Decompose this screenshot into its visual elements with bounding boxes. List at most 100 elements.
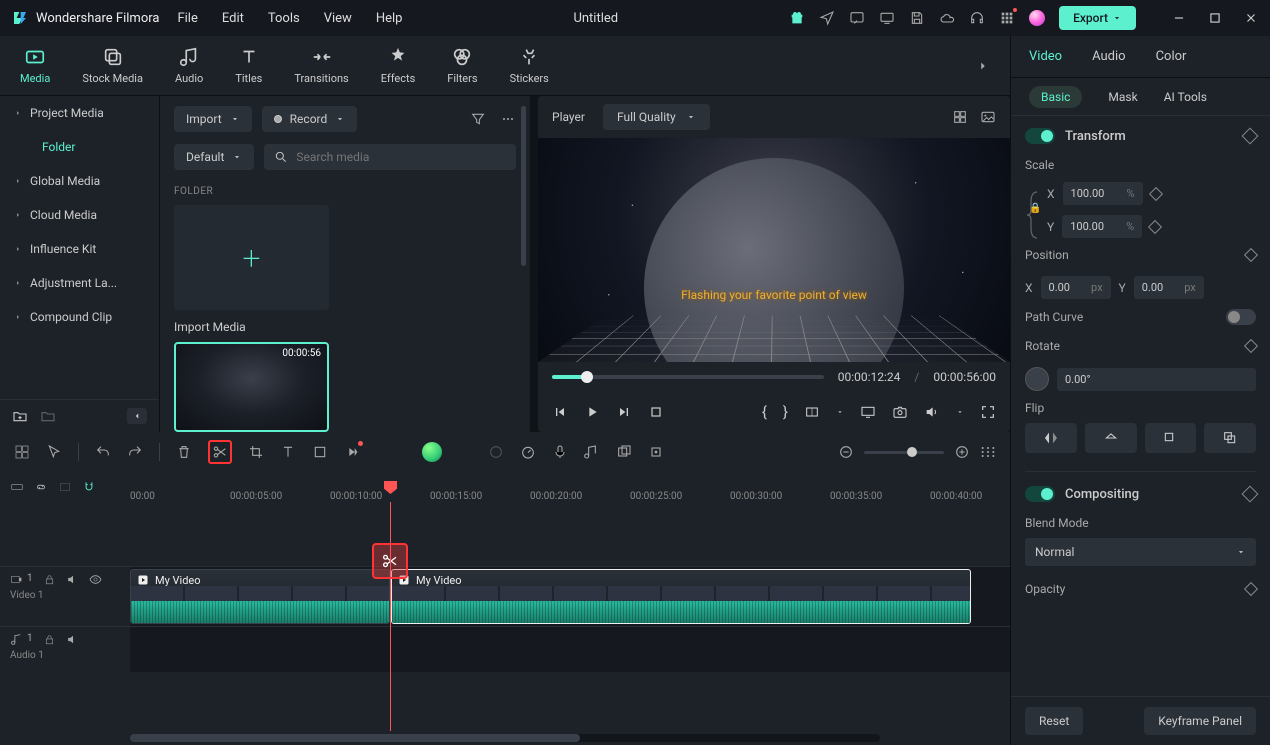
tab-stock-media[interactable]: Stock Media [82,46,143,85]
sidebar-item-adjustment-layer[interactable]: Adjustment La... [0,266,159,300]
fullscreen-icon[interactable] [980,404,996,420]
crop-icon[interactable] [248,444,264,460]
zoom-out-icon[interactable] [838,444,854,460]
ai-orb-icon[interactable] [422,442,442,462]
mic-icon[interactable] [552,444,568,460]
menu-tools[interactable]: Tools [268,11,300,26]
undo-icon[interactable] [95,444,111,460]
sidebar-item-global-media[interactable]: Global Media [0,164,159,198]
minimize-icon[interactable] [1172,11,1186,25]
blend-mode-select[interactable]: Normal [1025,538,1256,566]
search-input[interactable] [296,150,506,164]
tab-transitions[interactable]: Transitions [294,46,348,85]
path-curve-toggle[interactable] [1226,309,1256,325]
flip-h-button[interactable] [1025,423,1077,453]
chevron-down-icon[interactable] [836,408,844,416]
more-icon[interactable] [500,111,516,127]
transform-toggle[interactable] [1025,128,1055,144]
lock-link-icon[interactable]: 🔒 [1029,203,1041,214]
tab-stickers[interactable]: Stickers [510,46,549,85]
save-icon[interactable] [909,10,925,26]
scrub-thumb[interactable] [581,371,593,383]
mute-icon[interactable] [66,633,79,646]
grid-view-icon[interactable] [952,109,968,125]
hscroll-thumb[interactable] [130,734,580,742]
frame-icon[interactable] [312,444,328,460]
more-tools-wrap[interactable] [344,444,360,460]
scissors-icon[interactable] [212,444,228,460]
insp-subtab-basic[interactable]: Basic [1029,86,1082,108]
ratio-icon[interactable] [804,404,820,420]
import-button[interactable]: Import [174,106,252,132]
magnet-icon[interactable] [82,480,96,494]
hscroll-track[interactable] [130,734,880,742]
snapshot-icon[interactable] [892,404,908,420]
menu-view[interactable]: View [324,11,352,26]
keyframe-icon[interactable] [1148,186,1162,200]
sort-dropdown[interactable]: Default [174,144,254,170]
filter-icon[interactable] [470,111,486,127]
close-icon[interactable] [1244,11,1258,25]
mark-out-icon[interactable]: } [783,403,788,421]
feedback-icon[interactable] [849,10,865,26]
prev-frame-icon[interactable] [552,404,568,420]
next-frame-icon[interactable] [616,404,632,420]
eye-icon[interactable] [89,573,102,586]
scale-x-input[interactable]: 100.00% [1063,182,1143,205]
gift-icon[interactable] [789,10,805,26]
audio-track-icon[interactable] [10,633,23,646]
track-clip-icon[interactable] [10,480,24,494]
export-button[interactable]: Export [1059,6,1136,30]
cloud-icon[interactable] [939,10,955,26]
pos-y-input[interactable]: 0.00px [1134,276,1204,299]
keyframe-icon[interactable] [1244,339,1258,353]
playhead-handle[interactable] [384,481,397,494]
insp-tab-color[interactable]: Color [1156,49,1187,64]
import-placeholder[interactable]: + [174,205,329,310]
collapse-sidebar-button[interactable] [127,408,147,424]
new-folder-icon[interactable] [12,408,28,424]
keyframe-panel-button[interactable]: Keyframe Panel [1144,707,1256,735]
keyframe-icon[interactable] [1148,219,1162,233]
ribbon-more-icon[interactable] [976,59,990,73]
stop-icon[interactable] [648,404,664,420]
quality-dropdown[interactable]: Full Quality [603,104,710,130]
zoom-fit-icon[interactable] [980,444,996,460]
menu-help[interactable]: Help [376,11,403,26]
chevron-down-icon[interactable] [956,408,964,416]
profile-orb[interactable] [1029,10,1045,26]
video-track-body[interactable]: My Video My Video [130,567,1010,626]
sidebar-item-cloud-media[interactable]: Cloud Media [0,198,159,232]
chroma-icon[interactable] [616,444,632,460]
audio-track-body[interactable] [130,627,1010,672]
pos-x-input[interactable]: 0.00px [1041,276,1111,299]
mark-in-icon[interactable]: { [762,403,767,421]
sidebar-item-folder[interactable]: Folder [0,130,159,164]
sidebar-item-compound-clip[interactable]: Compound Clip [0,300,159,334]
color-match-icon[interactable] [488,444,504,460]
menu-edit[interactable]: Edit [222,11,244,26]
tab-audio[interactable]: Audio [175,46,203,85]
speed-icon[interactable] [520,444,536,460]
apps-icon-wrap[interactable] [999,10,1015,26]
display-icon[interactable] [860,404,876,420]
record-button[interactable]: Record [262,106,358,132]
screen-icon[interactable] [879,10,895,26]
layout-icon[interactable] [14,444,30,460]
keyframe-icon[interactable] [1244,248,1258,262]
link-icon[interactable] [34,480,48,494]
scale-link-icon[interactable] [1025,182,1041,248]
cursor-icon[interactable] [46,444,62,460]
insp-subtab-ai-tools[interactable]: AI Tools [1164,90,1207,104]
zoom-thumb[interactable] [907,447,917,457]
reset-button[interactable]: Reset [1025,707,1083,735]
zoom-slider[interactable] [864,451,944,454]
lock-icon[interactable] [43,573,56,586]
scrub-track[interactable] [552,375,824,379]
rotate-knob[interactable] [1025,367,1049,391]
keyframe-icon[interactable] [1242,486,1259,503]
audio-mix-icon[interactable] [584,444,600,460]
sidebar-item-project-media[interactable]: Project Media [0,96,159,130]
tab-effects[interactable]: Effects [381,46,416,85]
video-track-icon[interactable] [10,573,23,586]
